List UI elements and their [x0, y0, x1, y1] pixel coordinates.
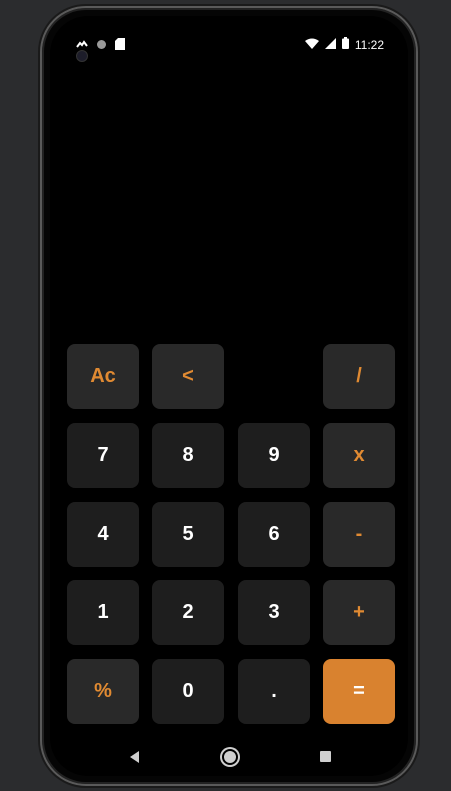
navigation-bar [50, 742, 408, 772]
decimal-button[interactable]: . [238, 659, 310, 724]
backspace-button[interactable]: < [152, 344, 224, 409]
digit-9-button[interactable]: 9 [238, 423, 310, 488]
status-time: 11:22 [354, 37, 384, 52]
wifi-icon [304, 38, 319, 52]
digit-0-button[interactable]: 0 [152, 659, 224, 724]
digit-2-button[interactable]: 2 [152, 580, 224, 645]
digit-8-button[interactable]: 8 [152, 423, 224, 488]
battery-icon [341, 37, 349, 52]
home-icon[interactable] [222, 749, 238, 765]
digit-6-button[interactable]: 6 [238, 502, 310, 567]
clear-button[interactable]: Ac [67, 344, 139, 409]
sd-card-icon [115, 38, 125, 53]
screen: 11:22 Ac < / 7 8 9 x 4 5 6 - 1 2 3 + % 0 [50, 16, 408, 776]
back-icon[interactable] [130, 751, 139, 763]
phone-frame: 11:22 Ac < / 7 8 9 x 4 5 6 - 1 2 3 + % 0 [40, 6, 418, 786]
equals-button[interactable]: = [323, 659, 395, 724]
percent-button[interactable]: % [67, 659, 139, 724]
signal-icon [324, 37, 336, 52]
front-camera [76, 50, 88, 62]
add-button[interactable]: + [323, 580, 395, 645]
digit-5-button[interactable]: 5 [152, 502, 224, 567]
digit-3-button[interactable]: 3 [238, 580, 310, 645]
subtract-button[interactable]: - [323, 502, 395, 567]
recents-icon[interactable] [320, 751, 331, 762]
status-bar: 11:22 [50, 16, 408, 62]
divide-button[interactable]: / [323, 344, 395, 409]
digit-4-button[interactable]: 4 [67, 502, 139, 567]
digit-1-button[interactable]: 1 [67, 580, 139, 645]
multiply-button[interactable]: x [323, 423, 395, 488]
circle-status-icon [96, 39, 107, 53]
digit-7-button[interactable]: 7 [67, 423, 139, 488]
